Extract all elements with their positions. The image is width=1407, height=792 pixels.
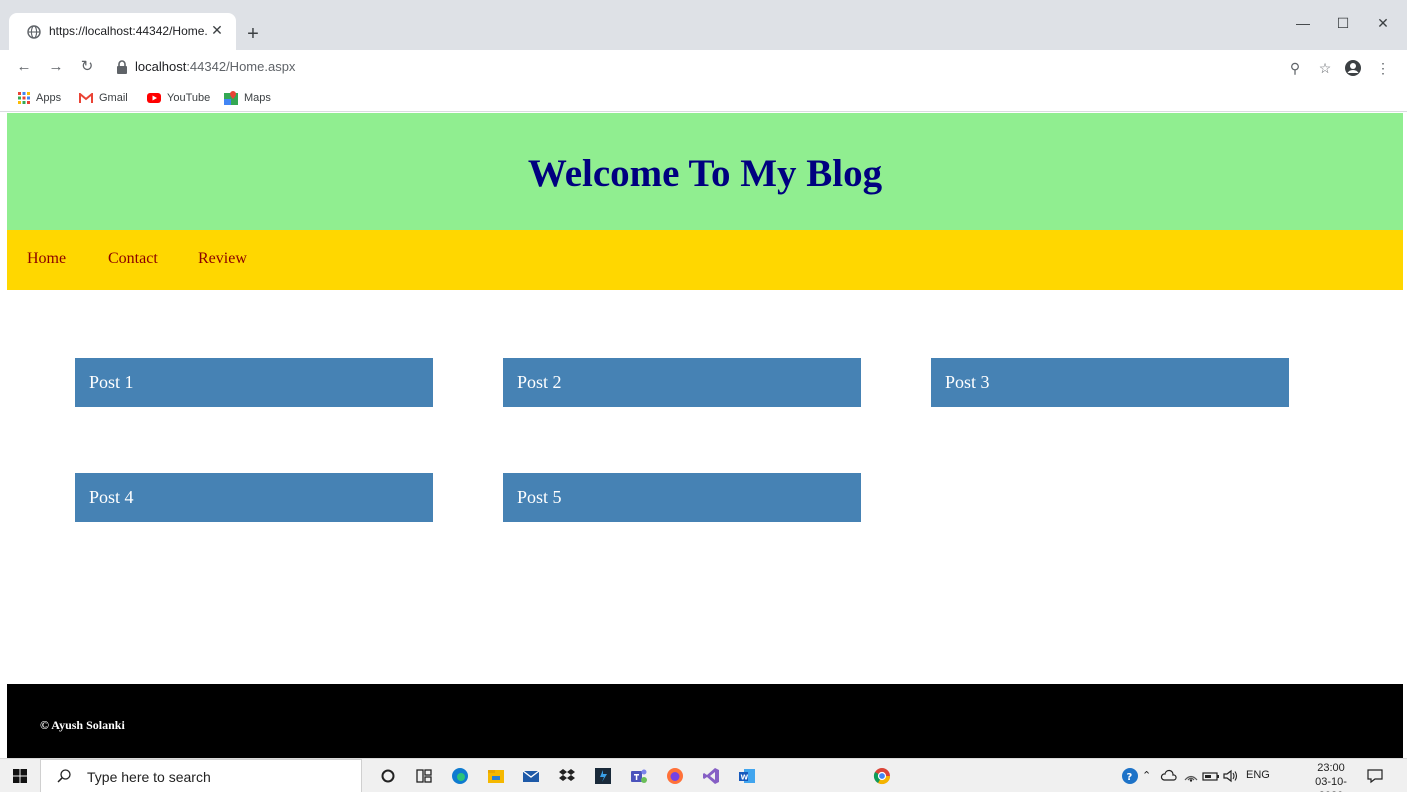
post-title: Post 4 [89,487,134,507]
post-card-1[interactable]: Post 1 [75,358,433,407]
address-url: localhost:44342/Home.aspx [135,59,295,74]
nav-review-link[interactable]: Review [198,250,247,268]
post-title: Post 3 [945,372,990,392]
dropbox-icon[interactable] [558,767,576,785]
firefox-icon[interactable] [666,767,684,785]
tab-title: https://localhost:44342/Home.aspx [49,24,207,38]
language-indicator[interactable]: ENG [1246,769,1270,781]
site-title: Welcome To My Blog [527,152,883,195]
post-card-4[interactable]: Post 4 [75,473,433,522]
edge-icon[interactable] [451,767,469,785]
teams-icon[interactable] [630,767,648,785]
new-tab-button[interactable]: + [242,24,264,46]
notification-icon[interactable] [1366,767,1384,785]
zoom-icon[interactable]: ⚲ [1285,58,1305,78]
bookmark-maps[interactable]: Maps [224,89,271,107]
svg-text:?: ? [1127,772,1133,783]
close-window-icon[interactable]: ✕ [1369,12,1397,34]
apps-grid-icon [18,92,30,105]
bookmark-gmail[interactable]: Gmail [79,89,128,107]
gmail-icon [79,92,93,103]
bookmark-label: Gmail [99,92,128,104]
minimize-icon[interactable]: — [1289,12,1317,34]
clock-date: 03-10-2020 [1315,776,1347,792]
globe-icon [27,25,41,39]
clock-time: 23:00 [1317,762,1345,774]
nav-contact-link[interactable]: Contact [108,250,158,268]
bookmark-label: Maps [244,92,271,104]
chrome-icon[interactable] [873,767,891,785]
bookmark-star-icon[interactable]: ☆ [1315,58,1335,78]
azure-icon[interactable] [594,767,612,785]
post-title: Post 2 [517,372,562,392]
bookmark-label: Apps [36,92,62,104]
url-path: :44342/Home.aspx [186,59,296,74]
chevron-up-icon[interactable]: ⌃ [1142,769,1151,782]
bookmarks-bar: Apps Gmail YouTube Maps [0,85,1407,112]
nav-home-link[interactable]: Home [27,250,66,268]
site-footer: © Ayush Solanki [7,684,1403,758]
mail-icon[interactable] [522,767,540,785]
file-explorer-icon[interactable] [487,767,505,785]
post-title: Post 1 [89,372,134,392]
search-icon [57,769,71,783]
browser-tab[interactable]: https://localhost:44342/Home.aspx ✕ [9,13,236,50]
svg-text:W: W [741,773,749,781]
visual-studio-icon[interactable] [702,767,720,785]
bookmark-youtube[interactable]: YouTube [147,89,210,107]
maximize-icon[interactable]: ☐ [1329,12,1357,34]
cortana-icon[interactable] [379,767,397,785]
site-navbar: Home Contact Review [7,230,1403,290]
browser-toolbar: ← → ↻ localhost:44342/Home.aspx ⚲ ☆ ⋮ [0,50,1407,85]
bookmark-apps[interactable]: Apps [18,89,61,107]
taskbar-search-box[interactable]: Type here to search [40,759,362,792]
close-tab-icon[interactable]: ✕ [208,21,226,39]
taskbar: Type here to search W ? ⌃ ENG 23:00 03-1… [0,758,1407,792]
wifi-icon[interactable] [1182,767,1200,785]
forward-icon[interactable]: → [47,58,65,76]
post-title: Post 5 [517,487,562,507]
back-icon[interactable]: ← [15,58,33,76]
url-host: localhost [135,59,187,74]
search-placeholder: Type here to search [87,769,211,785]
taskbar-clock[interactable]: 23:00 03-10-2020 [1306,761,1356,792]
task-view-icon[interactable] [415,767,433,785]
lock-icon [117,60,127,74]
help-icon[interactable]: ? [1121,767,1139,785]
post-card-5[interactable]: Post 5 [503,473,861,522]
onedrive-icon[interactable] [1160,767,1178,785]
maps-icon [224,91,238,106]
word-icon[interactable]: W [738,767,756,785]
site-header: Welcome To My Blog [7,113,1403,230]
menu-dots-icon[interactable]: ⋮ [1373,58,1393,78]
battery-icon[interactable] [1202,767,1220,785]
reload-icon[interactable]: ↻ [78,58,96,76]
footer-copyright: © Ayush Solanki [40,718,125,732]
profile-icon[interactable] [1343,58,1363,78]
volume-icon[interactable] [1222,767,1240,785]
post-card-3[interactable]: Post 3 [931,358,1289,407]
bookmark-label: YouTube [167,92,211,104]
post-card-2[interactable]: Post 2 [503,358,861,407]
youtube-icon [147,93,161,104]
windows-start-icon[interactable] [13,769,27,783]
tab-strip: https://localhost:44342/Home.aspx ✕ + — … [0,0,1407,50]
web-page: Welcome To My Blog Home Contact Review P… [7,113,1403,758]
